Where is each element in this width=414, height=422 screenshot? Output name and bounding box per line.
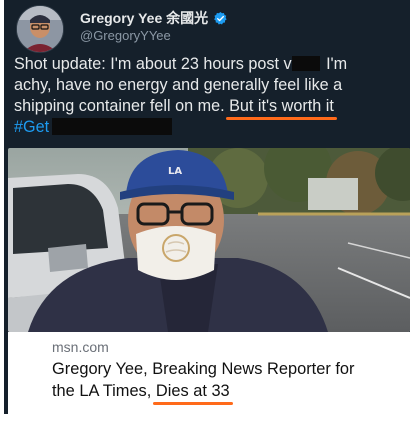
highlighted-phrase: Dies at 33 [155,382,230,400]
author-handle[interactable]: @GregoryYYee [80,28,171,43]
tweet-line-3: shipping container fell on me. But it's … [14,97,334,115]
link-preview-card[interactable]: msn.com Gregory Yee, Breaking News Repor… [8,332,410,414]
link-title[interactable]: Gregory Yee, Breaking News Reporter for … [52,358,402,402]
tweet-line-2: achy, have no energy and generally feel … [14,76,343,94]
tweet-body: Shot update: I'm about 23 hours post v I… [14,54,406,138]
verified-badge-icon [213,11,228,26]
author-name-row[interactable]: Gregory Yee 余國光 [80,8,228,28]
display-name[interactable]: Gregory Yee 余國光 [80,8,208,28]
tweet-line-1: Shot update: I'm about 23 hours post v I… [14,55,348,73]
screenshot-frame: Gregory Yee 余國光 @GregoryYYee Shot update… [4,0,410,414]
hashtag-link[interactable]: #Get [14,118,49,136]
redaction-bar [291,56,320,71]
highlighted-phrase: But it's worth it [229,97,334,115]
redaction-bar [52,118,173,135]
svg-text:LA: LA [168,166,182,177]
link-source: msn.com [52,339,109,355]
tweet-line-4: #Get [14,117,406,138]
avatar[interactable] [16,5,64,53]
tweet-photo[interactable]: LA [8,148,410,332]
